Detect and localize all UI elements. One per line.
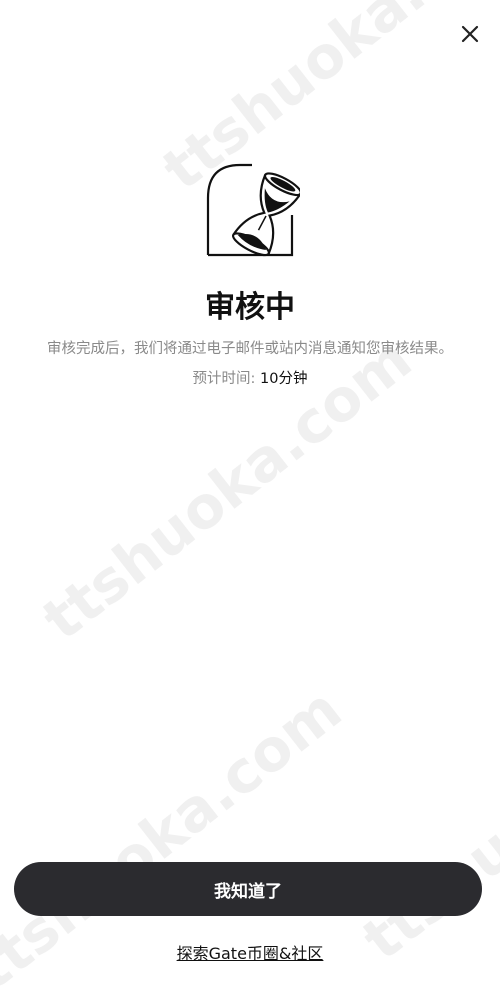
close-button[interactable] xyxy=(458,22,482,46)
estimated-time-value: 10分钟 xyxy=(260,371,308,387)
explore-community-link[interactable]: 探索Gate币圈&社区 xyxy=(0,940,500,964)
page-title: 审核中 xyxy=(205,290,295,325)
status-description: 审核完成后，我们将通过电子邮件或站内消息通知您审核结果。 xyxy=(47,341,453,357)
estimated-time-label: 预计时间: xyxy=(192,371,261,387)
hourglass-illustration xyxy=(200,160,300,260)
hourglass-icon xyxy=(206,163,300,257)
estimated-time: 预计时间: 10分钟 xyxy=(0,368,500,390)
close-icon xyxy=(461,25,479,43)
got-it-button[interactable]: 我知道了 xyxy=(14,862,482,916)
watermark-text: ttshuoka.com xyxy=(350,644,500,974)
